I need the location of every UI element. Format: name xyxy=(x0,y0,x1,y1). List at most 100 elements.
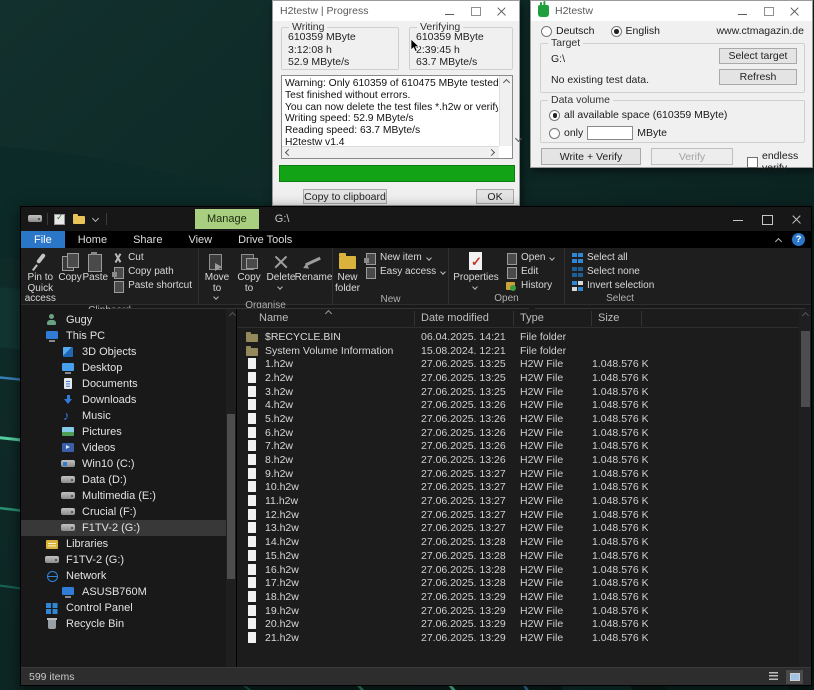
copy-to-button[interactable]: Copy to xyxy=(233,250,265,294)
scroll-left-icon[interactable] xyxy=(282,147,294,159)
column-header-name[interactable]: Name xyxy=(237,311,415,326)
details-view-button[interactable] xyxy=(765,670,782,684)
sidebar-item[interactable]: ASUSB760M xyxy=(21,584,226,600)
sidebar-item[interactable]: Downloads xyxy=(21,392,226,408)
ribbon-tab[interactable]: Share xyxy=(120,231,175,248)
file-row[interactable]: 12.h2w 27.06.2025. 13:27 H2W File 1.048.… xyxy=(237,508,799,522)
properties-button[interactable]: Properties xyxy=(451,250,501,290)
sidebar-item[interactable]: Recycle Bin xyxy=(21,616,226,632)
select-none-button[interactable]: Select none xyxy=(571,265,654,278)
file-row[interactable]: 3.h2w 27.06.2025. 13:25 H2W File 1.048.5… xyxy=(237,385,799,399)
sidebar-item[interactable]: Control Panel xyxy=(21,600,226,616)
minimize-icon[interactable] xyxy=(437,2,463,20)
only-label[interactable]: only xyxy=(564,127,583,139)
quick-access-check-icon[interactable] xyxy=(53,213,67,225)
file-row[interactable]: 2.h2w 27.06.2025. 13:25 H2W File 1.048.5… xyxy=(237,371,799,385)
sidebar-item[interactable]: Music xyxy=(21,408,226,424)
history-button[interactable]: History xyxy=(505,279,557,292)
close-icon[interactable] xyxy=(782,208,811,231)
sidebar-item[interactable]: F1TV-2 (G:) xyxy=(21,552,226,568)
sidebar-item[interactable]: Gugy xyxy=(21,312,226,328)
endless-verify-label[interactable]: endless verify xyxy=(762,150,812,174)
large-icons-view-button[interactable] xyxy=(786,670,803,684)
scroll-up-icon[interactable] xyxy=(226,309,236,321)
sidebar-scrollbar[interactable] xyxy=(226,309,236,667)
close-icon[interactable] xyxy=(489,2,515,20)
file-row[interactable]: 6.h2w 27.06.2025. 13:26 H2W File 1.048.5… xyxy=(237,426,799,440)
ribbon-tab[interactable]: Home xyxy=(65,231,120,248)
sidebar-item[interactable]: This PC xyxy=(21,328,226,344)
deutsch-label[interactable]: Deutsch xyxy=(556,25,595,37)
file-row[interactable]: 1.h2w 27.06.2025. 13:25 H2W File 1.048.5… xyxy=(237,357,799,371)
english-radio[interactable] xyxy=(611,26,622,37)
easy-access-button[interactable]: Easy access xyxy=(364,265,448,278)
result-log[interactable]: Warning: Only 610359 of 610475 MByte tes… xyxy=(281,75,513,159)
ribbon-tab[interactable]: File xyxy=(21,231,65,248)
file-row[interactable]: 21.h2w 27.06.2025. 13:29 H2W File 1.048.… xyxy=(237,631,799,645)
deutsch-radio[interactable] xyxy=(541,26,552,37)
minimize-icon[interactable] xyxy=(724,208,753,231)
copy-to-clipboard-button[interactable]: Copy to clipboard xyxy=(303,189,387,204)
sidebar-item[interactable]: Network xyxy=(21,568,226,584)
scroll-down-icon[interactable] xyxy=(512,134,524,146)
progress-titlebar[interactable]: H2testw | Progress xyxy=(273,1,519,21)
scroll-up-icon[interactable] xyxy=(500,76,512,88)
rename-button[interactable]: Rename xyxy=(297,250,330,284)
copy-button[interactable]: Copy xyxy=(58,250,83,284)
endless-verify-checkbox[interactable] xyxy=(747,157,758,168)
select-all-button[interactable]: Select all xyxy=(571,251,654,264)
ribbon-tab[interactable]: Drive Tools xyxy=(225,231,305,248)
copy-path-button[interactable]: Copy path xyxy=(112,265,192,278)
only-radio[interactable] xyxy=(549,128,560,139)
file-row[interactable]: 20.h2w 27.06.2025. 13:29 H2W File 1.048.… xyxy=(237,617,799,631)
column-header-size[interactable]: Size xyxy=(592,311,642,326)
sidebar-item[interactable]: Desktop xyxy=(21,360,226,376)
file-row[interactable]: 18.h2w 27.06.2025. 13:29 H2W File 1.048.… xyxy=(237,590,799,604)
file-row[interactable]: 14.h2w 27.06.2025. 13:28 H2W File 1.048.… xyxy=(237,535,799,549)
invert-selection-button[interactable]: Invert selection xyxy=(571,279,654,292)
file-row[interactable]: 5.h2w 27.06.2025. 13:26 H2W File 1.048.5… xyxy=(237,412,799,426)
file-row[interactable]: 16.h2w 27.06.2025. 13:28 H2W File 1.048.… xyxy=(237,563,799,577)
new-folder-button[interactable]: New folder xyxy=(335,250,360,294)
log-horizontal-scrollbar[interactable] xyxy=(282,146,499,158)
column-header-date-modified[interactable]: Date modified xyxy=(415,311,514,326)
website-link[interactable]: www.ctmagazin.de xyxy=(716,25,804,37)
mbyte-amount-field[interactable] xyxy=(587,126,633,140)
refresh-button[interactable]: Refresh xyxy=(719,69,797,85)
select-target-button[interactable]: Select target xyxy=(719,48,797,64)
explorer-titlebar[interactable]: Manage G:\ xyxy=(21,207,811,231)
ribbon-tab[interactable]: View xyxy=(175,231,225,248)
help-icon[interactable]: ? xyxy=(792,233,805,246)
log-vertical-scrollbar[interactable] xyxy=(499,76,512,146)
verify-button[interactable]: Verify xyxy=(651,148,733,165)
write-verify-button[interactable]: Write + Verify xyxy=(541,148,641,165)
file-row[interactable]: 13.h2w 27.06.2025. 13:27 H2W File 1.048.… xyxy=(237,522,799,536)
file-row[interactable]: 8.h2w 27.06.2025. 13:26 H2W File 1.048.5… xyxy=(237,453,799,467)
column-header-type[interactable]: Type xyxy=(514,311,592,326)
file-row[interactable]: 7.h2w 27.06.2025. 13:26 H2W File 1.048.5… xyxy=(237,440,799,454)
file-row[interactable]: 11.h2w 27.06.2025. 13:27 H2W File 1.048.… xyxy=(237,494,799,508)
sidebar-item[interactable]: Multimedia (E:) xyxy=(21,488,226,504)
file-row[interactable]: 4.h2w 27.06.2025. 13:26 H2W File 1.048.5… xyxy=(237,398,799,412)
file-list-scrollbar[interactable] xyxy=(799,309,811,667)
edit-button[interactable]: Edit xyxy=(505,265,557,278)
all-space-radio[interactable] xyxy=(549,110,560,121)
new-item-button[interactable]: New item xyxy=(364,251,448,264)
sidebar-item[interactable]: 3D Objects xyxy=(21,344,226,360)
file-row[interactable]: 15.h2w 27.06.2025. 13:28 H2W File 1.048.… xyxy=(237,549,799,563)
pin-to-quick-access-button[interactable]: Pin to Quick access xyxy=(23,250,58,305)
delete-button[interactable]: Delete xyxy=(265,250,297,290)
sidebar-item[interactable]: Data (D:) xyxy=(21,472,226,488)
paste-shortcut-button[interactable]: Paste shortcut xyxy=(112,279,192,292)
file-row[interactable]: 10.h2w 27.06.2025. 13:27 H2W File 1.048.… xyxy=(237,481,799,495)
sidebar-item[interactable]: Documents xyxy=(21,376,226,392)
sidebar-item[interactable]: Pictures xyxy=(21,424,226,440)
move-to-button[interactable]: Move to xyxy=(201,250,233,300)
sidebar-item[interactable]: Libraries xyxy=(21,536,226,552)
cut-button[interactable]: Cut xyxy=(112,251,192,264)
manage-tab[interactable]: Manage xyxy=(195,209,259,229)
file-row[interactable]: 9.h2w 27.06.2025. 13:27 H2W File 1.048.5… xyxy=(237,467,799,481)
scroll-up-icon[interactable] xyxy=(799,309,811,321)
sidebar-item[interactable]: Crucial (F:) xyxy=(21,504,226,520)
scroll-right-icon[interactable] xyxy=(487,147,499,159)
